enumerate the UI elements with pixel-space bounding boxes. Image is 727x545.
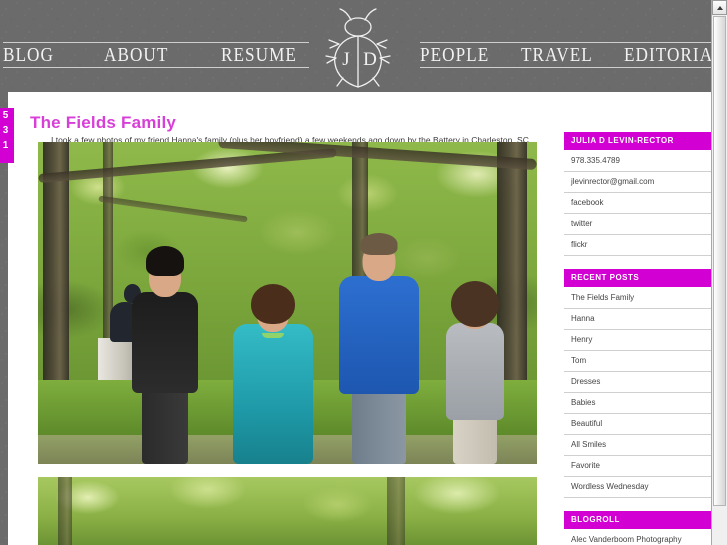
- list-item[interactable]: The Fields Family: [564, 288, 711, 309]
- widget-contact-title: JULIA D LEVIN-RECTOR: [564, 132, 711, 150]
- post-title: The Fields Family: [30, 113, 177, 133]
- list-item[interactable]: Babies: [564, 393, 711, 414]
- list-item[interactable]: Tom: [564, 351, 711, 372]
- nav-item-editorial[interactable]: EDITORIAL: [624, 43, 725, 67]
- svg-text:D: D: [363, 49, 377, 70]
- nav-item-resume[interactable]: RESUME: [221, 43, 297, 67]
- widget-recent-posts: RECENT POSTS The Fields Family Hanna Hen…: [564, 269, 711, 498]
- list-item[interactable]: jlevinrector@gmail.com: [564, 172, 711, 193]
- share-count-1: 5: [2, 110, 9, 121]
- list-item[interactable]: Dresses: [564, 372, 711, 393]
- list-item[interactable]: Favorite: [564, 456, 711, 477]
- scrollbar-thumb[interactable]: [713, 16, 726, 506]
- list-item[interactable]: Alec Vanderboom Photography: [564, 530, 711, 545]
- browser-viewport: BLOG ABOUT RESUME J D PEOPLE TRAVEL EDIT…: [0, 0, 727, 545]
- content-page: The Fields Family I took a few photos of…: [8, 92, 711, 545]
- nav-item-people[interactable]: PEOPLE: [420, 43, 489, 67]
- site-header: BLOG ABOUT RESUME J D PEOPLE TRAVEL EDIT…: [0, 0, 727, 92]
- nav-item-blog[interactable]: BLOG: [3, 43, 54, 67]
- list-item[interactable]: facebook: [564, 193, 711, 214]
- list-item[interactable]: flickr: [564, 235, 711, 256]
- share-count-2: 3: [2, 125, 9, 136]
- list-item[interactable]: Henry: [564, 330, 711, 351]
- list-item[interactable]: 978.335.4789: [564, 151, 711, 172]
- post-photo-family-of-four: [38, 142, 537, 464]
- vertical-scrollbar[interactable]: [711, 0, 727, 545]
- list-item[interactable]: Beautiful: [564, 414, 711, 435]
- svg-text:J: J: [342, 49, 349, 70]
- ladybug-monogram-logo[interactable]: J D: [313, 8, 403, 90]
- primary-nav-left: BLOG ABOUT RESUME: [3, 42, 310, 68]
- primary-nav-right: PEOPLE TRAVEL EDITORIAL: [420, 42, 727, 68]
- share-count-3: 1: [2, 140, 9, 151]
- nav-item-about[interactable]: ABOUT: [104, 43, 168, 67]
- widget-contact-list: 978.335.4789 jlevinrector@gmail.com face…: [564, 151, 711, 256]
- social-share-tab[interactable]: 5 3 1: [0, 108, 14, 163]
- nav-item-travel[interactable]: TRAVEL: [521, 43, 593, 67]
- widget-blogroll: BLOGROLL Alec Vanderboom Photography Bab…: [564, 511, 711, 545]
- list-item[interactable]: Wordless Wednesday: [564, 477, 711, 498]
- scroll-up-arrow-icon[interactable]: [712, 0, 727, 15]
- sidebar: JULIA D LEVIN-RECTOR 978.335.4789 jlevin…: [564, 132, 711, 545]
- list-item[interactable]: All Smiles: [564, 435, 711, 456]
- widget-blogroll-list: Alec Vanderboom Photography Baby as Art: [564, 530, 711, 545]
- list-item[interactable]: Hanna: [564, 309, 711, 330]
- post-photo-next: [38, 477, 537, 545]
- widget-recent-posts-title: RECENT POSTS: [564, 269, 711, 287]
- list-item[interactable]: twitter: [564, 214, 711, 235]
- widget-recent-posts-list: The Fields Family Hanna Henry Tom Dresse…: [564, 288, 711, 498]
- widget-blogroll-title: BLOGROLL: [564, 511, 711, 529]
- widget-contact: JULIA D LEVIN-RECTOR 978.335.4789 jlevin…: [564, 132, 711, 256]
